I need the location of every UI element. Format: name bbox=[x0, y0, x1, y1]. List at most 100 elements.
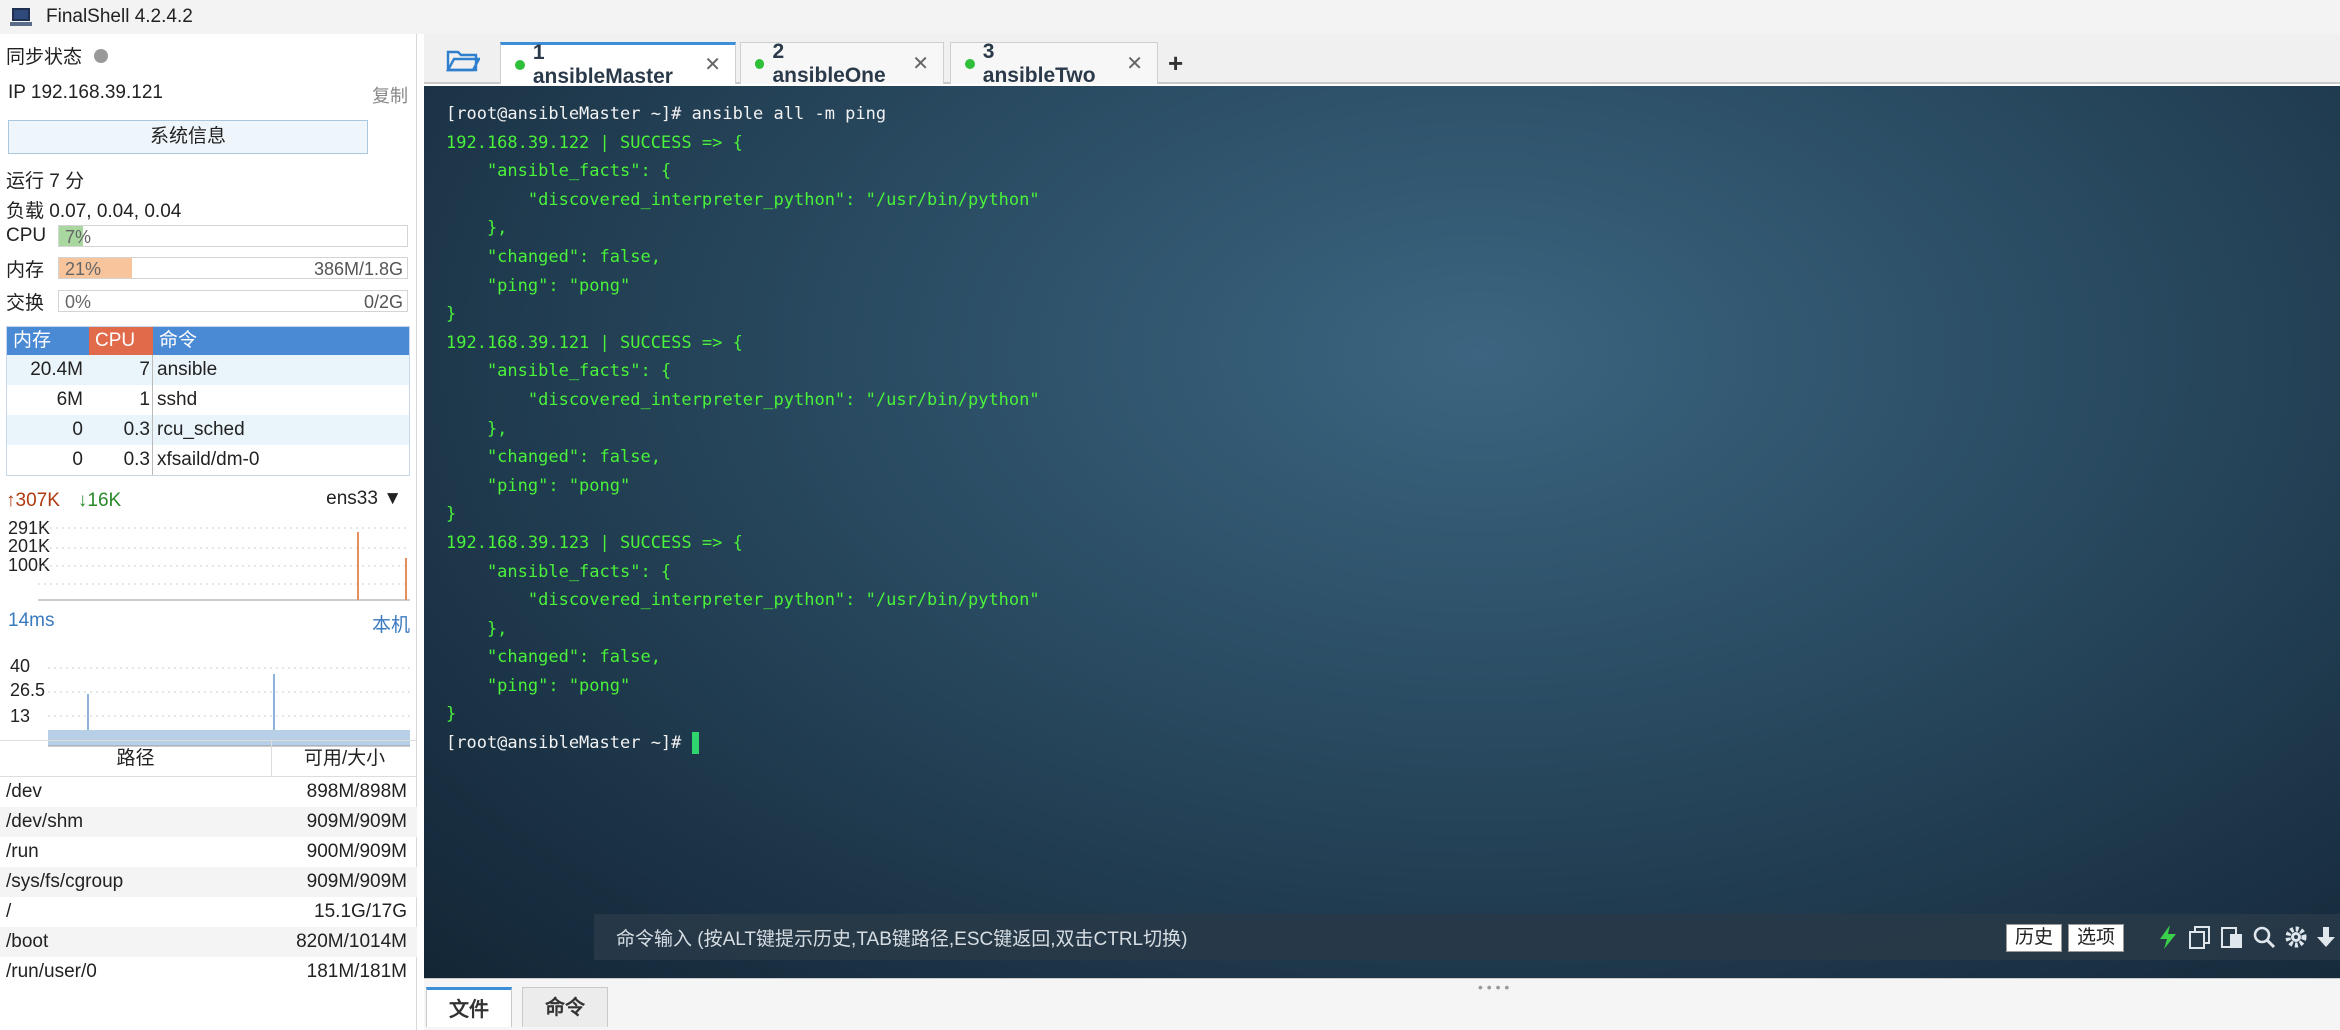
disk-row[interactable]: /run 900M/909M bbox=[0, 837, 417, 867]
connected-dot-icon bbox=[755, 58, 765, 69]
tab-ansibleTwo[interactable]: 3 ansibleTwo ✕ bbox=[950, 40, 1158, 87]
terminal-line: "ping": "pong" bbox=[446, 275, 631, 296]
tab-commands[interactable]: 命令 bbox=[522, 987, 608, 1027]
disk-path: / bbox=[6, 901, 12, 922]
system-info-button[interactable]: 系统信息 bbox=[8, 120, 368, 154]
close-icon[interactable]: ✕ bbox=[912, 51, 929, 76]
ping-target[interactable]: 本机 bbox=[372, 610, 410, 637]
mem-meter: 21% 386M/1.8G bbox=[58, 257, 408, 279]
terminal-line: }, bbox=[446, 218, 508, 239]
process-cpu: 7 bbox=[89, 355, 153, 385]
process-row[interactable]: 6M 1 sshd bbox=[7, 385, 409, 415]
copy-icon[interactable] bbox=[2186, 923, 2214, 951]
upload-value: 307K bbox=[15, 490, 60, 511]
terminal[interactable]: [root@ansibleMaster ~]# ansible all -m p… bbox=[424, 86, 2340, 978]
disk-path: /dev/shm bbox=[6, 811, 84, 832]
terminal-line: "ping": "pong" bbox=[446, 475, 631, 496]
paste-icon[interactable] bbox=[2218, 923, 2246, 951]
tab-ansibleMaster[interactable]: 1 ansibleMaster ✕ bbox=[500, 41, 736, 88]
disk-header-size[interactable]: 可用/大小 bbox=[272, 741, 417, 776]
swap-label: 交换 bbox=[6, 292, 45, 314]
close-icon[interactable]: ✕ bbox=[1126, 51, 1143, 76]
process-row[interactable]: 0 0.3 xfsaild/dm-0 bbox=[7, 445, 409, 475]
process-table: 内存 CPU 命令 20.4M 7 ansible 6M 1 sshd 0 0.3 rcu_sc… bbox=[6, 326, 410, 476]
disk-table: 路径 可用/大小 /dev 898M/898M/dev/shm 909M/909M /… bbox=[0, 740, 417, 987]
window-title: FinalShell 4.2.4.2 bbox=[46, 6, 193, 27]
tab-ansibleOne[interactable]: 2 ansibleOne ✕ bbox=[740, 40, 944, 87]
uptime: 运行 7 分 bbox=[6, 171, 85, 192]
lightning-icon[interactable] bbox=[2154, 923, 2182, 951]
disk-row[interactable]: /dev/shm 909M/909M bbox=[0, 807, 417, 837]
net-tick-1: 201K bbox=[8, 536, 50, 556]
folder-icon[interactable] bbox=[446, 48, 480, 72]
disk-path: /sys/fs/cgroup bbox=[6, 871, 124, 892]
process-cmd: xfsaild/dm-0 bbox=[157, 449, 260, 470]
ping-tick-1: 26.5 bbox=[10, 680, 45, 700]
connected-dot-icon bbox=[965, 58, 975, 69]
terminal-line: } bbox=[446, 504, 457, 525]
disk-path: /run bbox=[6, 841, 39, 862]
download-value: 16K bbox=[87, 490, 122, 511]
terminal-cursor bbox=[691, 732, 699, 755]
proc-header-cmd[interactable]: 命令 bbox=[153, 327, 409, 355]
disk-row[interactable]: / 15.1G/17G bbox=[0, 897, 417, 927]
proc-header-cpu[interactable]: CPU bbox=[89, 327, 153, 355]
terminal-line: "ping": "pong" bbox=[446, 675, 631, 696]
command-input-bar[interactable]: 命令输入 (按ALT键提示历史,TAB键路径,ESC键返回,双击CTRL切换) … bbox=[594, 914, 2340, 960]
swap-amount: 0/2G bbox=[363, 292, 403, 312]
options-button[interactable]: 选项 bbox=[2068, 924, 2125, 952]
net-tick-0: 291K bbox=[8, 518, 50, 538]
terminal-output: [root@ansibleMaster ~]# ansible all -m p… bbox=[446, 100, 1040, 758]
command-input-placeholder[interactable]: 命令输入 (按ALT键提示历史,TAB键路径,ESC键返回,双击CTRL切换) bbox=[616, 924, 1187, 951]
process-table-header: 内存 CPU 命令 bbox=[7, 327, 409, 355]
disk-path: /boot bbox=[6, 931, 49, 952]
terminal-line: } bbox=[446, 704, 457, 725]
terminal-line: } bbox=[446, 304, 457, 325]
disk-row[interactable]: /boot 820M/1014M bbox=[0, 927, 417, 957]
interface-select[interactable]: ens33 ▼ bbox=[326, 488, 402, 510]
terminal-line: "discovered_interpreter_python": "/usr/b… bbox=[446, 590, 1040, 611]
cpu-percent: 7% bbox=[65, 227, 92, 247]
connected-dot-icon bbox=[515, 59, 525, 70]
terminal-line: "changed": false, bbox=[446, 647, 661, 668]
disk-row[interactable]: /sys/fs/cgroup 909M/909M bbox=[0, 867, 417, 897]
terminal-line: [root@ansibleMaster ~]# ansible all -m p… bbox=[446, 104, 887, 124]
resize-grip-icon[interactable]: • • • • bbox=[1478, 979, 1509, 995]
process-row[interactable]: 20.4M 7 ansible bbox=[7, 355, 409, 385]
bottom-panel: • • • • 文件 命令 bbox=[424, 978, 2340, 1030]
title-bar: FinalShell 4.2.4.2 bbox=[0, 0, 2340, 34]
process-cmd: sshd bbox=[157, 389, 198, 410]
disk-table-header: 路径 可用/大小 bbox=[0, 741, 417, 777]
close-icon[interactable]: ✕ bbox=[704, 52, 721, 77]
terminal-line: "ansible_facts": { bbox=[446, 361, 672, 382]
down-arrow-icon[interactable] bbox=[2312, 923, 2340, 951]
proc-header-mem[interactable]: 内存 bbox=[7, 327, 89, 355]
terminal-line: "ansible_facts": { bbox=[446, 161, 672, 182]
terminal-line: "ansible_facts": { bbox=[446, 561, 672, 582]
tab-files[interactable]: 文件 bbox=[426, 987, 512, 1027]
net-tick-2: 100K bbox=[8, 555, 50, 575]
sync-status-label: 同步状态 bbox=[6, 47, 83, 68]
load-average: 负载 0.07, 0.04, 0.04 bbox=[6, 201, 182, 222]
disk-row[interactable]: /run/user/0 181M/181M bbox=[0, 957, 417, 987]
process-mem: 0 bbox=[72, 419, 83, 440]
terminal-line: "discovered_interpreter_python": "/usr/b… bbox=[446, 189, 1040, 210]
terminal-line: "changed": false, bbox=[446, 447, 661, 468]
terminal-prompt-line: [root@ansibleMaster ~]# bbox=[446, 729, 1040, 758]
disk-size: 15.1G/17G bbox=[314, 901, 407, 922]
tab-label: 2 ansibleOne bbox=[772, 39, 886, 87]
process-mem: 20.4M bbox=[30, 359, 83, 380]
search-icon[interactable] bbox=[2250, 923, 2278, 951]
ping-latency: 14ms bbox=[8, 610, 55, 631]
add-tab-plus-icon[interactable]: + bbox=[1168, 48, 1183, 79]
disk-header-path[interactable]: 路径 bbox=[0, 741, 272, 776]
copy-ip-link[interactable]: 复制 bbox=[372, 82, 408, 108]
disk-row[interactable]: /dev 898M/898M bbox=[0, 777, 417, 807]
disk-size: 909M/909M bbox=[306, 811, 407, 832]
network-header: ↑307K ↓16K ens33 ▼ bbox=[6, 488, 410, 514]
mem-amount: 386M/1.8G bbox=[313, 259, 403, 279]
history-button[interactable]: 历史 bbox=[2006, 924, 2063, 952]
terminal-prompt: [root@ansibleMaster ~]# bbox=[446, 733, 692, 754]
process-row[interactable]: 0 0.3 rcu_sched bbox=[7, 415, 409, 445]
gear-icon[interactable] bbox=[2282, 923, 2310, 951]
